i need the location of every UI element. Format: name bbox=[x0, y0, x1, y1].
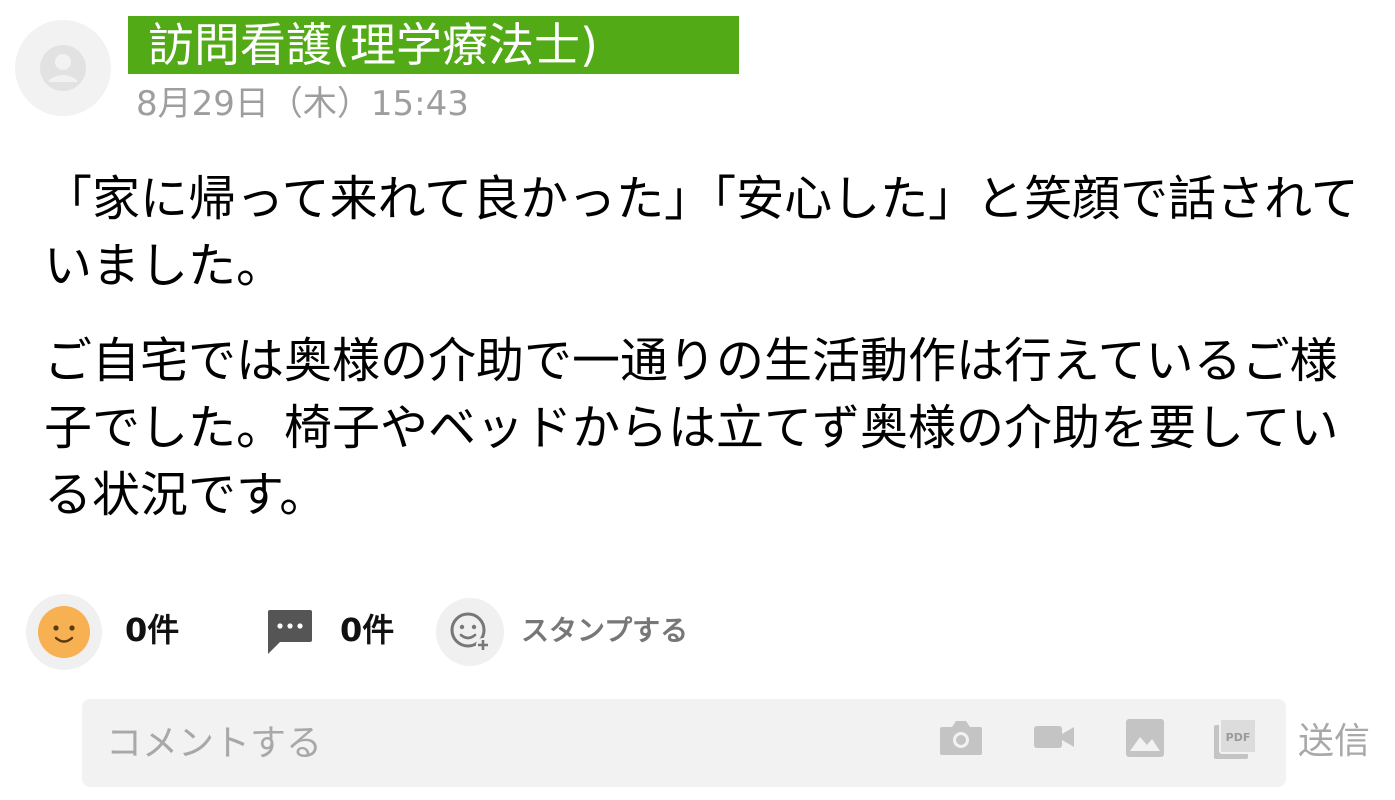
speech-bubble-icon[interactable] bbox=[264, 608, 314, 660]
camera-icon[interactable] bbox=[938, 717, 984, 761]
comment-input[interactable] bbox=[82, 699, 902, 787]
author-name[interactable]: 訪問看護(理学療法士) bbox=[128, 16, 739, 74]
post-paragraph: 「家に帰って来れて良かった」「安心した」と笑顔で話されていました。 bbox=[44, 171, 1359, 294]
stamp-button[interactable] bbox=[436, 598, 504, 666]
smile-face-icon bbox=[38, 606, 90, 658]
add-emoji-icon bbox=[450, 612, 490, 652]
pdf-icon[interactable]: PDF bbox=[1212, 717, 1258, 765]
user-icon bbox=[40, 45, 86, 91]
send-button[interactable]: 送信 bbox=[1298, 716, 1370, 768]
post-timestamp: 8月29日（木）15:43 bbox=[136, 84, 469, 124]
reaction-button[interactable] bbox=[26, 594, 102, 670]
post-body: 「家に帰って来れて良かった」「安心した」と笑顔で話されていました。 ご自宅では奥… bbox=[44, 166, 1379, 523]
comment-composer: PDF bbox=[82, 699, 1286, 787]
image-icon[interactable] bbox=[1124, 717, 1166, 763]
comment-count: 0件 bbox=[340, 611, 395, 649]
post-card: 訪問看護(理学療法士) 8月29日（木）15:43 「家に帰って来れて良かった」… bbox=[0, 0, 1395, 800]
stamp-label[interactable]: スタンプする bbox=[521, 610, 688, 652]
video-camera-icon[interactable] bbox=[1032, 717, 1076, 761]
svg-text:PDF: PDF bbox=[1226, 731, 1251, 744]
reaction-count: 0件 bbox=[125, 611, 180, 649]
avatar[interactable] bbox=[15, 20, 111, 116]
post-paragraph: ご自宅では奥様の介助で一通りの生活動作は行えているご様子でした。椅子やベッドから… bbox=[44, 333, 1339, 523]
